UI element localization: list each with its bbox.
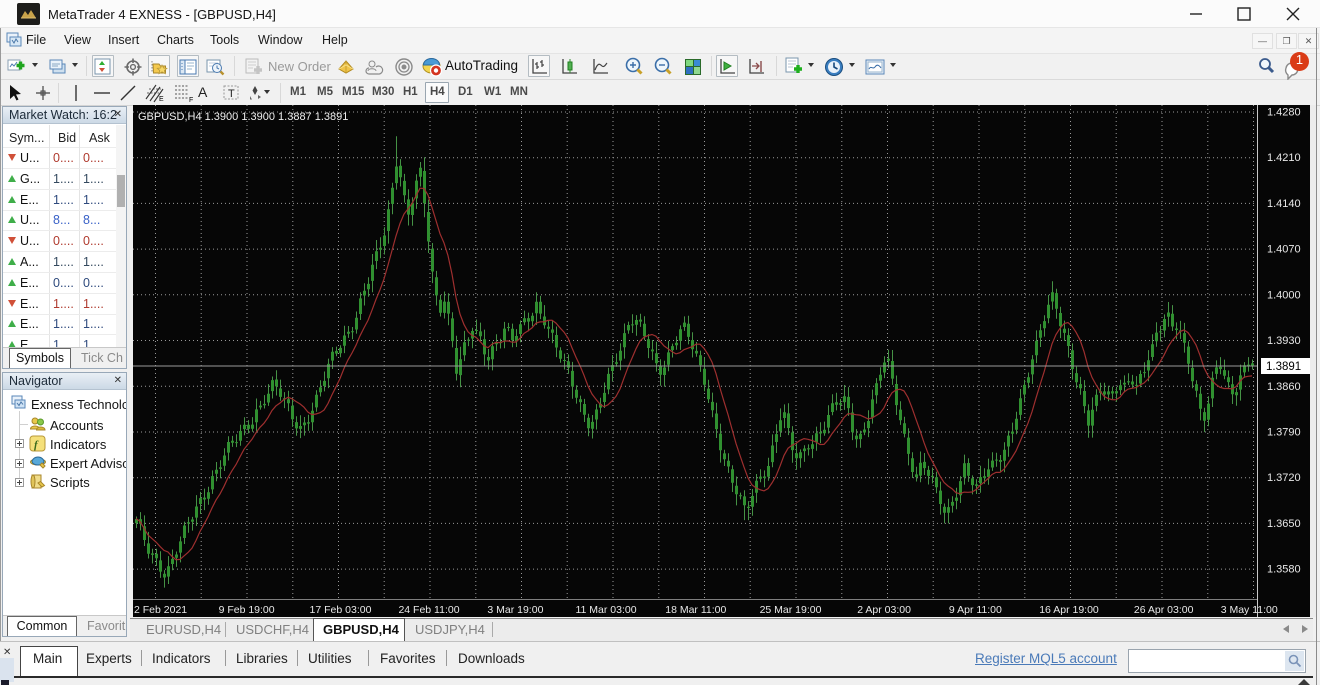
- svg-text:1.3891: 1.3891: [1266, 361, 1301, 373]
- svg-text:1.3650: 1.3650: [1267, 518, 1301, 530]
- svg-text:E: E: [159, 96, 164, 103]
- svg-text:26 Apr 03:00: 26 Apr 03:00: [1134, 604, 1194, 616]
- svg-text:1.3790: 1.3790: [1267, 427, 1301, 439]
- svg-text:3 Mar 19:00: 3 Mar 19:00: [487, 604, 543, 616]
- svg-text:18 Mar 11:00: 18 Mar 11:00: [665, 604, 726, 616]
- svg-text:T: T: [228, 88, 235, 100]
- svg-text:9 Feb 19:00: 9 Feb 19:00: [219, 604, 275, 616]
- svg-text:3 May 11:00: 3 May 11:00: [1221, 604, 1278, 616]
- svg-text:1.4140: 1.4140: [1267, 198, 1301, 210]
- svg-text:1.4000: 1.4000: [1267, 289, 1301, 301]
- svg-text:1.4070: 1.4070: [1267, 244, 1301, 256]
- svg-text:1.4280: 1.4280: [1267, 107, 1301, 119]
- svg-text:9 Apr 11:00: 9 Apr 11:00: [949, 604, 1002, 616]
- svg-text:16 Apr 19:00: 16 Apr 19:00: [1039, 604, 1099, 616]
- svg-text:24 Feb 11:00: 24 Feb 11:00: [398, 604, 459, 616]
- svg-text:F: F: [189, 97, 193, 103]
- svg-text:2 Apr 03:00: 2 Apr 03:00: [857, 604, 911, 616]
- svg-text:1.4210: 1.4210: [1267, 152, 1301, 164]
- svg-text:17 Feb 03:00: 17 Feb 03:00: [310, 604, 372, 616]
- svg-text:1.3930: 1.3930: [1267, 335, 1301, 347]
- svg-text:1.3720: 1.3720: [1267, 472, 1301, 484]
- svg-text:11 Mar 03:00: 11 Mar 03:00: [575, 604, 636, 616]
- svg-text:1.3860: 1.3860: [1267, 381, 1301, 393]
- svg-text:2 Feb 2021: 2 Feb 2021: [134, 604, 187, 616]
- svg-text:1.3580: 1.3580: [1267, 564, 1301, 576]
- svg-text:GBPUSD,H4 1.3900 1.3900 1.388: GBPUSD,H4 1.3900 1.3900 1.3887 1.3891: [138, 111, 348, 123]
- svg-text:25 Mar 19:00: 25 Mar 19:00: [760, 604, 822, 616]
